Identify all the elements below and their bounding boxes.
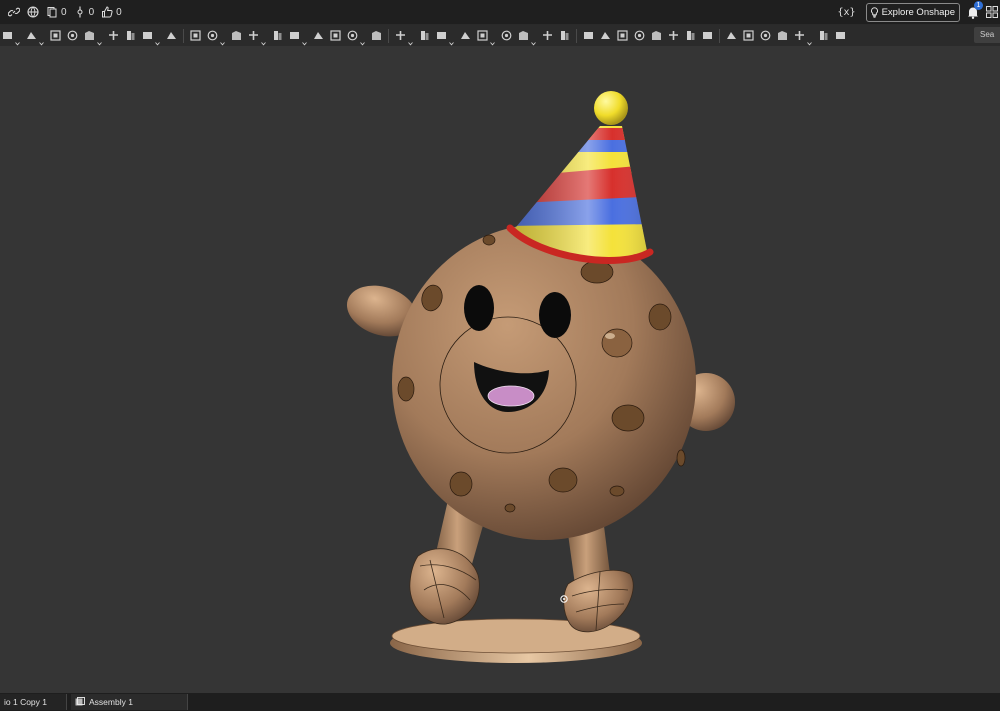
chevron-down-icon[interactable] (807, 33, 812, 46)
branch-icon (74, 6, 86, 18)
toolbar-divider (183, 28, 184, 43)
graphics-viewport[interactable] (0, 46, 1000, 693)
modify-fillet-icon[interactable] (371, 30, 382, 41)
fillet-icon[interactable] (125, 30, 136, 41)
toolbar-divider (388, 28, 389, 43)
trim-icon[interactable] (702, 30, 713, 41)
tab-assembly-label: Assembly 1 (89, 697, 133, 707)
section-icon[interactable] (818, 30, 829, 41)
tab-assembly[interactable]: Assembly 1 (71, 694, 188, 710)
toolbar-divider (576, 28, 577, 43)
notifications-button[interactable]: 1 (966, 1, 983, 19)
likes-count[interactable]: 0 (101, 6, 122, 18)
measure-icon[interactable] (835, 30, 846, 41)
link-icon[interactable] (8, 6, 20, 18)
offset-surface-icon[interactable] (436, 30, 447, 41)
branches-count[interactable]: 0 (74, 6, 95, 18)
top-bar: 0 0 0 {x} Explore Onshape 1 (0, 0, 1000, 25)
split-icon[interactable] (272, 30, 283, 41)
surface-icon[interactable] (743, 30, 754, 41)
app-grid-icon[interactable] (986, 6, 998, 18)
chevron-down-icon[interactable] (408, 33, 413, 46)
curve-icon[interactable] (501, 30, 512, 41)
extrude-icon[interactable] (26, 30, 37, 41)
helix-icon[interactable] (477, 30, 488, 41)
search-input[interactable]: Sea (974, 27, 1000, 43)
likes-count-label: 0 (116, 6, 122, 18)
chevron-down-icon[interactable] (15, 33, 20, 46)
fill-icon[interactable] (760, 30, 771, 41)
tab-studio-copy-label: io 1 Copy 1 (4, 697, 47, 707)
frame-icon[interactable] (685, 30, 696, 41)
variable-icon[interactable] (518, 30, 529, 41)
chevron-down-icon[interactable] (531, 33, 536, 46)
feature-toolbar (0, 25, 1000, 46)
corner-icon[interactable] (668, 30, 679, 41)
right-eye (539, 292, 571, 338)
explore-onshape-label: Explore Onshape (881, 6, 955, 18)
mate-connector-icon[interactable] (542, 30, 553, 41)
versions-icon (46, 6, 58, 18)
move-face-icon[interactable] (395, 30, 406, 41)
replace-face-icon[interactable] (419, 30, 430, 41)
lightbulb-icon (870, 6, 879, 18)
appearance-icon[interactable] (559, 30, 570, 41)
enclose-icon[interactable] (777, 30, 788, 41)
variables-button[interactable]: {x} (834, 7, 860, 18)
chevron-down-icon[interactable] (39, 33, 44, 46)
thumbs-up-icon (101, 6, 113, 18)
bend-icon[interactable] (634, 30, 645, 41)
thicken-icon[interactable] (108, 30, 119, 41)
left-eye (464, 285, 494, 331)
extend-icon[interactable] (794, 30, 805, 41)
chevron-down-icon[interactable] (302, 33, 307, 46)
transform-icon[interactable] (289, 30, 300, 41)
pattern-icon[interactable] (313, 30, 324, 41)
chevron-down-icon[interactable] (155, 33, 160, 46)
sheet-metal-icon[interactable] (583, 30, 594, 41)
chevron-down-icon[interactable] (97, 33, 102, 46)
chamfer-icon[interactable] (142, 30, 153, 41)
notification-badge: 1 (974, 1, 983, 10)
chevron-down-icon[interactable] (261, 33, 266, 46)
tongue (487, 385, 535, 407)
tab-studio-copy[interactable]: io 1 Copy 1 (0, 694, 67, 710)
rib-icon[interactable] (207, 30, 218, 41)
sweep-icon[interactable] (67, 30, 78, 41)
draft-icon[interactable] (166, 30, 177, 41)
explore-onshape-button[interactable]: Explore Onshape (865, 2, 960, 22)
versions-count-label: 0 (61, 6, 67, 18)
chevron-down-icon[interactable] (449, 33, 454, 46)
hat-pompom (594, 91, 628, 125)
shell-icon[interactable] (190, 30, 201, 41)
cookie-model (346, 91, 735, 663)
gusset-icon[interactable] (726, 30, 737, 41)
sketch-icon[interactable] (2, 30, 13, 41)
chevron-down-icon[interactable] (360, 33, 365, 46)
revolve-icon[interactable] (50, 30, 61, 41)
tab-bar: io 1 Copy 1 Assembly 1 (0, 693, 1000, 711)
chevron-down-icon[interactable] (490, 33, 495, 46)
chevron-down-icon[interactable] (220, 33, 225, 46)
toolbar-divider (719, 28, 720, 43)
hole-icon[interactable] (231, 30, 242, 41)
right-shoe (563, 569, 634, 633)
form-icon[interactable] (651, 30, 662, 41)
delete-part-icon[interactable] (347, 30, 358, 41)
boolean-icon[interactable] (248, 30, 259, 41)
mirror-icon[interactable] (330, 30, 341, 41)
loft-icon[interactable] (84, 30, 95, 41)
tab-icon[interactable] (617, 30, 628, 41)
versions-count[interactable]: 0 (46, 6, 67, 18)
plane-icon[interactable] (460, 30, 471, 41)
assembly-icon (75, 697, 85, 707)
flange-icon[interactable] (600, 30, 611, 41)
branches-count-label: 0 (88, 6, 95, 18)
globe-icon[interactable] (27, 6, 39, 18)
